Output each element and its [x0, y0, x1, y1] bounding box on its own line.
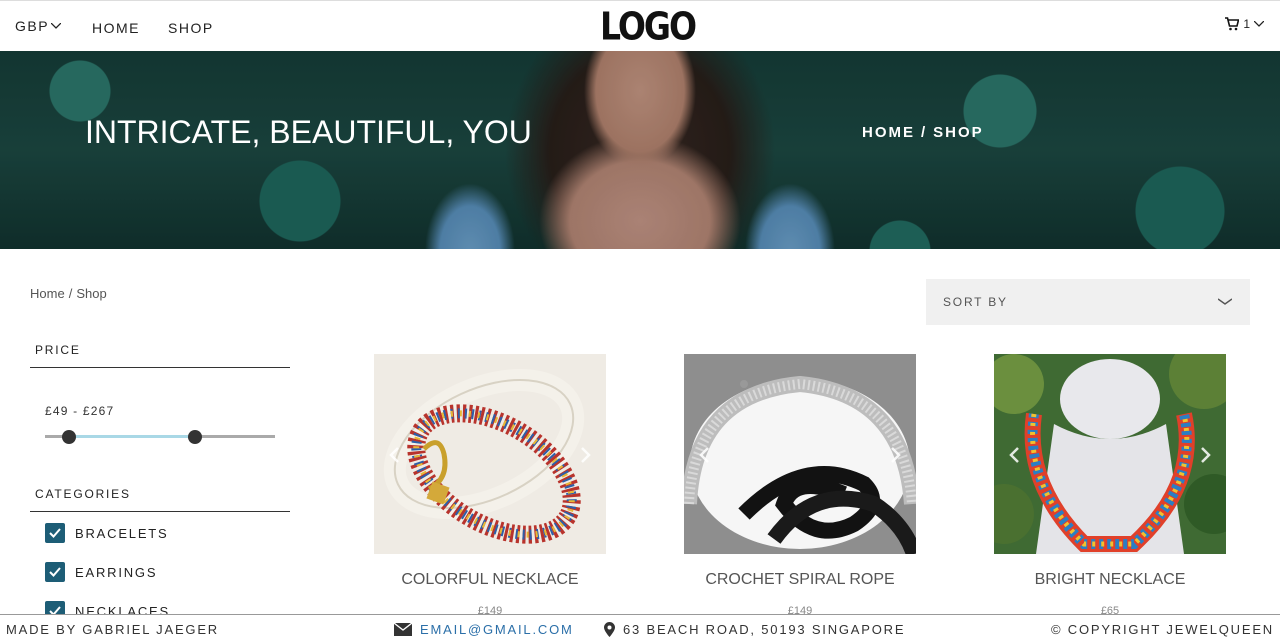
bright-necklace-image — [994, 354, 1226, 554]
product-card[interactable]: CROCHET SPIRAL ROPE £149 — [684, 354, 916, 617]
arrow-left-icon[interactable] — [386, 446, 404, 464]
category-label: EARRINGS — [75, 564, 158, 580]
bracelet-image — [383, 368, 585, 544]
footer-copyright: © COPYRIGHT JEWELQUEEN — [1050, 622, 1274, 637]
footer-email: EMAIL@GMAIL.COM — [394, 622, 574, 637]
product-image[interactable] — [374, 354, 606, 554]
hero-crumb-home[interactable]: HOME — [862, 124, 915, 141]
rope-necklace-image — [684, 354, 916, 554]
category-earrings[interactable]: EARRINGS — [45, 562, 157, 582]
sort-label: SORT BY — [943, 295, 1008, 309]
chevron-down-icon — [1254, 21, 1264, 27]
cart-icon — [1225, 17, 1240, 31]
nav-home-link[interactable]: HOME — [92, 20, 140, 36]
cart-count: 1 — [1243, 17, 1250, 31]
hero-banner: INTRICATE, BEAUTIFUL, YOU HOME / SHOP — [0, 51, 1280, 249]
cart-button[interactable]: 1 — [1225, 17, 1264, 31]
top-navigation: GBP HOME SHOP LOGO 1 — [0, 0, 1280, 51]
arrow-right-icon[interactable] — [576, 446, 594, 464]
checkbox[interactable] — [45, 562, 65, 582]
logo[interactable]: LOGO — [600, 4, 697, 49]
category-label: BRACELETS — [75, 525, 169, 541]
hero-title: INTRICATE, BEAUTIFUL, YOU — [85, 114, 532, 150]
currency-selector[interactable]: GBP — [15, 18, 62, 34]
footer-address: 63 BEACH ROAD, 50193 SINGAPORE — [604, 622, 905, 637]
product-image[interactable] — [684, 354, 916, 554]
chevron-down-icon — [51, 23, 62, 29]
product-name[interactable]: CROCHET SPIRAL ROPE — [684, 571, 916, 589]
map-pin-icon — [604, 622, 615, 637]
nav-shop-link[interactable]: SHOP — [168, 20, 214, 36]
product-card[interactable]: BRIGHT NECKLACE £65 — [994, 354, 1226, 617]
hero-breadcrumb: HOME / SHOP — [862, 124, 984, 141]
price-heading: PRICE — [30, 343, 290, 368]
arrow-left-icon[interactable] — [1006, 446, 1024, 464]
chevron-down-icon — [1218, 298, 1232, 305]
price-range-label: £49 - £267 — [45, 404, 115, 418]
slider-max-handle[interactable] — [188, 430, 202, 444]
product-name[interactable]: COLORFUL NECKLACE — [374, 571, 606, 589]
checkbox[interactable] — [45, 523, 65, 543]
categories-heading: CATEGORIES — [30, 487, 290, 512]
arrow-left-icon[interactable] — [696, 446, 714, 464]
email-link[interactable]: EMAIL@GMAIL.COM — [420, 622, 574, 637]
hero-crumb-separator: / — [921, 124, 928, 141]
category-bracelets[interactable]: BRACELETS — [45, 523, 169, 543]
arrow-right-icon[interactable] — [886, 446, 904, 464]
footer-made-by: MADE BY GABRIEL JAEGER — [6, 622, 219, 637]
sort-dropdown[interactable]: SORT BY — [926, 279, 1250, 325]
check-icon — [49, 528, 61, 538]
product-card[interactable]: COLORFUL NECKLACE £149 — [374, 354, 606, 617]
slider-min-handle[interactable] — [62, 430, 76, 444]
envelope-icon — [394, 623, 412, 636]
breadcrumb: Home / Shop — [30, 286, 107, 301]
breadcrumb-shop: Shop — [76, 286, 107, 301]
price-slider[interactable] — [45, 430, 275, 444]
hero-crumb-shop: SHOP — [933, 124, 984, 141]
arrow-right-icon[interactable] — [1196, 446, 1214, 464]
address-text: 63 BEACH ROAD, 50193 SINGAPORE — [623, 622, 906, 637]
breadcrumb-separator: / — [68, 286, 73, 301]
product-image[interactable] — [994, 354, 1226, 554]
currency-label: GBP — [15, 18, 50, 34]
slider-fill — [69, 435, 195, 438]
product-name[interactable]: BRIGHT NECKLACE — [994, 571, 1226, 589]
breadcrumb-home[interactable]: Home — [30, 286, 65, 301]
footer: MADE BY GABRIEL JAEGER EMAIL@GMAIL.COM 6… — [0, 614, 1280, 641]
check-icon — [49, 567, 61, 577]
